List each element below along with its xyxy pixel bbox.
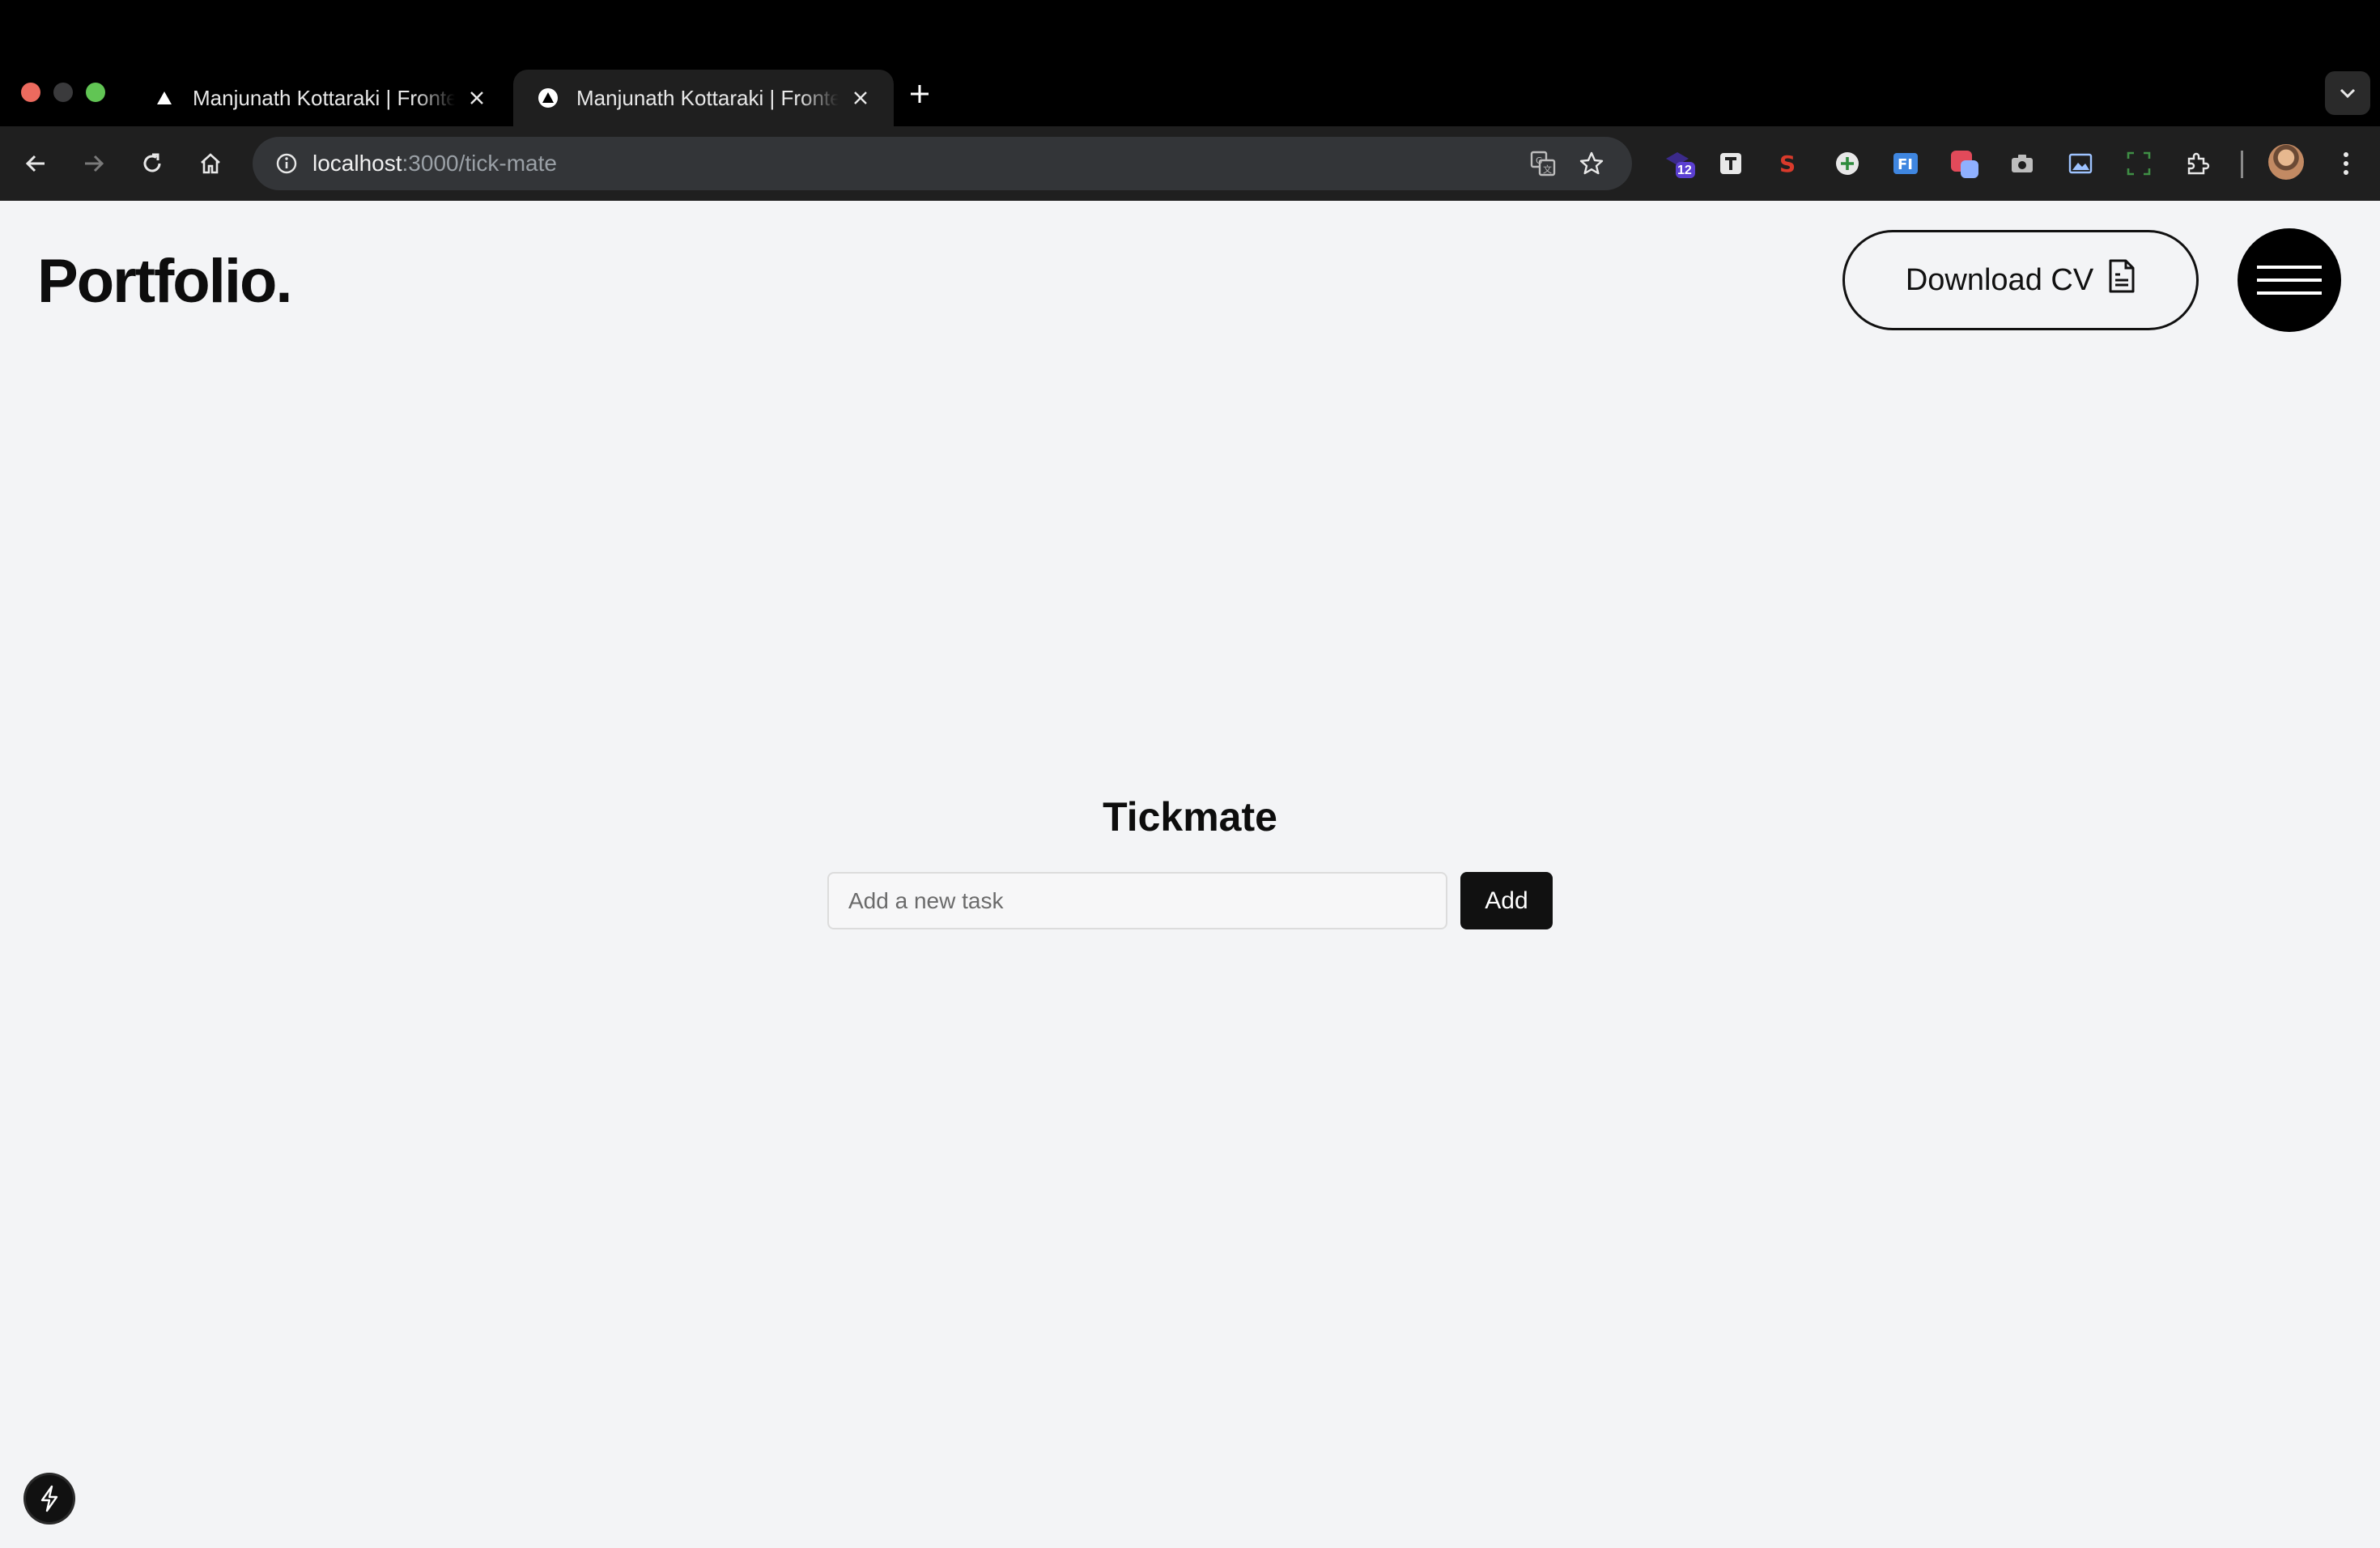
extension-badge-count: 12 [1677, 164, 1692, 177]
hamburger-menu-icon[interactable] [2238, 228, 2341, 332]
svg-text:FI: FI [1898, 156, 1913, 173]
portfolio-logo[interactable]: Portfolio. [37, 246, 293, 317]
site-info-icon[interactable] [267, 144, 306, 183]
tab-title: Manjunath Kottaraki | Frontend Developer [576, 85, 839, 110]
image-extension-icon[interactable] [2061, 144, 2100, 183]
tab-title: Manjunath Kottaraki | Frontend Developer [193, 85, 455, 110]
home-icon[interactable] [191, 144, 230, 183]
more-menu-icon[interactable] [2327, 144, 2365, 183]
triangle-favicon-icon [538, 87, 559, 108]
triangle-favicon-icon [154, 87, 175, 108]
page-content: Portfolio. Download CV Tickmate Add [0, 201, 2380, 1548]
text-t-extension-icon[interactable] [1711, 144, 1750, 183]
extensions-puzzle-icon[interactable] [2178, 144, 2216, 183]
camera-extension-icon[interactable] [2003, 144, 2042, 183]
download-cv-label: Download CV [1905, 262, 2094, 297]
download-cv-button[interactable]: Download CV [1842, 230, 2199, 330]
reload-icon[interactable] [133, 144, 172, 183]
browser-toolbar: localhost:3000/tick-mate G文 12 S FI [0, 126, 2380, 201]
app-title: Tickmate [1103, 794, 1277, 840]
svg-text:文: 文 [1543, 164, 1552, 175]
translate-icon[interactable]: G文 [1524, 144, 1562, 183]
url-host: localhost [312, 151, 402, 176]
fi-extension-icon[interactable]: FI [1886, 144, 1925, 183]
browser-tab[interactable]: Manjunath Kottaraki | Frontend Developer [130, 70, 510, 126]
url-text[interactable]: localhost:3000/tick-mate [312, 137, 557, 190]
document-icon [2108, 258, 2136, 302]
svg-text:S: S [1779, 151, 1796, 176]
close-icon[interactable] [465, 86, 489, 110]
toolbar-divider [2241, 151, 2243, 178]
address-bar[interactable]: localhost:3000/tick-mate G文 [253, 137, 1632, 190]
color-picker-extension-icon[interactable] [1944, 144, 1983, 183]
tab-search-chevron-icon[interactable] [2325, 71, 2370, 115]
new-tab-plus-icon[interactable] [903, 78, 936, 110]
window-zoom-button[interactable] [86, 83, 105, 102]
add-circle-extension-icon[interactable] [1828, 144, 1867, 183]
nextjs-dev-tools-bolt-icon[interactable] [26, 1475, 73, 1522]
extension-badge-icon[interactable]: 12 [1660, 144, 1698, 183]
svg-text:G: G [1536, 155, 1543, 166]
back-icon[interactable] [16, 144, 55, 183]
new-task-input[interactable] [827, 872, 1447, 929]
add-task-button[interactable]: Add [1460, 872, 1553, 929]
profile-avatar[interactable] [2268, 144, 2304, 180]
seo-extension-icon[interactable]: S [1770, 144, 1808, 183]
url-path: :3000/tick-mate [402, 151, 557, 176]
bookmark-star-icon[interactable] [1572, 144, 1611, 183]
browser-tab-strip: Manjunath Kottaraki | Frontend Developer… [0, 0, 2380, 126]
screenshot-extension-icon[interactable] [2119, 144, 2158, 183]
forward-icon[interactable] [74, 144, 113, 183]
window-close-button[interactable] [21, 83, 40, 102]
close-icon[interactable] [848, 86, 873, 110]
browser-tab-active[interactable]: Manjunath Kottaraki | Frontend Developer [513, 70, 894, 126]
window-minimize-button[interactable] [53, 83, 73, 102]
